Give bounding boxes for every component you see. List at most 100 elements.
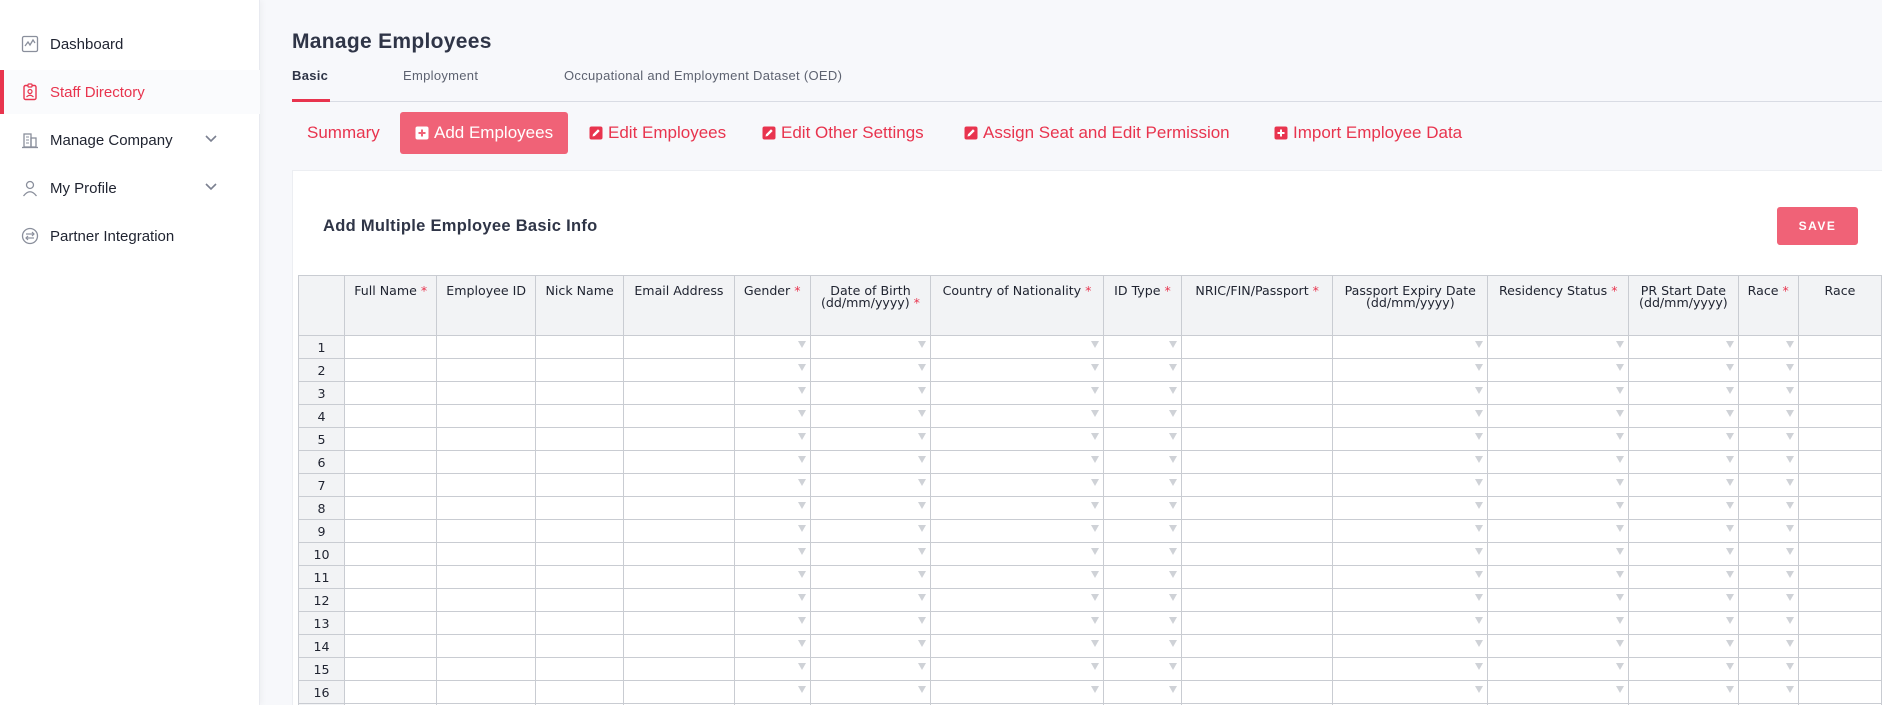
dropdown-arrow-icon[interactable] — [1725, 663, 1734, 670]
table-cell[interactable] — [1102, 519, 1183, 543]
dropdown-arrow-icon[interactable] — [797, 594, 806, 601]
table-cell[interactable] — [534, 473, 625, 497]
table-cell[interactable] — [1332, 657, 1489, 681]
table-cell[interactable] — [436, 519, 536, 543]
dropdown-arrow-icon[interactable] — [1169, 364, 1178, 371]
table-cell[interactable] — [534, 657, 625, 681]
table-cell[interactable] — [436, 657, 536, 681]
column-header[interactable]: Email Address — [623, 275, 735, 336]
dropdown-arrow-icon[interactable] — [1785, 548, 1794, 555]
table-cell[interactable] — [623, 565, 735, 589]
dropdown-arrow-icon[interactable] — [1785, 364, 1794, 371]
dropdown-arrow-icon[interactable] — [1169, 341, 1178, 348]
dropdown-arrow-icon[interactable] — [918, 686, 927, 693]
table-cell[interactable] — [343, 404, 438, 428]
sidebar-item-dashboard[interactable]: Dashboard — [0, 22, 260, 66]
dropdown-arrow-icon[interactable] — [1169, 502, 1178, 509]
table-cell[interactable] — [733, 588, 811, 612]
dropdown-arrow-icon[interactable] — [797, 341, 806, 348]
table-cell[interactable] — [436, 335, 536, 359]
dropdown-arrow-icon[interactable] — [1169, 525, 1178, 532]
dropdown-arrow-icon[interactable] — [797, 548, 806, 555]
table-cell[interactable] — [809, 450, 932, 474]
table-cell[interactable] — [1797, 381, 1882, 405]
table-cell[interactable] — [733, 657, 811, 681]
dropdown-arrow-icon[interactable] — [1785, 594, 1794, 601]
dropdown-arrow-icon[interactable] — [1785, 410, 1794, 417]
table-cell[interactable] — [1332, 358, 1489, 382]
sidebar-item-staff-directory[interactable]: Staff Directory — [0, 70, 260, 114]
dropdown-arrow-icon[interactable] — [918, 571, 927, 578]
table-cell[interactable] — [1628, 427, 1739, 451]
dropdown-arrow-icon[interactable] — [1169, 410, 1178, 417]
dropdown-arrow-icon[interactable] — [797, 387, 806, 394]
add-employees-button[interactable]: Add Employees — [400, 112, 569, 154]
dropdown-arrow-icon[interactable] — [797, 364, 806, 371]
table-cell[interactable] — [1797, 611, 1882, 635]
table-cell[interactable] — [534, 611, 625, 635]
table-cell[interactable] — [1181, 588, 1334, 612]
table-cell[interactable] — [343, 335, 438, 359]
table-cell[interactable] — [343, 450, 438, 474]
table-cell[interactable] — [930, 542, 1104, 566]
table-cell[interactable] — [1797, 358, 1882, 382]
dropdown-arrow-icon[interactable] — [1475, 548, 1484, 555]
dropdown-arrow-icon[interactable] — [1616, 502, 1625, 509]
table-cell[interactable] — [1797, 473, 1882, 497]
table-cell[interactable] — [1797, 427, 1882, 451]
dropdown-arrow-icon[interactable] — [1616, 387, 1625, 394]
table-cell[interactable] — [809, 404, 932, 428]
dropdown-arrow-icon[interactable] — [1725, 594, 1734, 601]
column-header[interactable]: Employee ID — [436, 275, 536, 336]
table-cell[interactable] — [809, 427, 932, 451]
table-cell[interactable] — [733, 542, 811, 566]
table-cell[interactable] — [436, 611, 536, 635]
dropdown-arrow-icon[interactable] — [1475, 663, 1484, 670]
table-cell[interactable] — [1181, 358, 1334, 382]
table-cell[interactable] — [1797, 680, 1882, 704]
table-cell[interactable] — [1628, 404, 1739, 428]
dropdown-arrow-icon[interactable] — [797, 617, 806, 624]
dropdown-arrow-icon[interactable] — [1785, 502, 1794, 509]
table-cell[interactable] — [534, 404, 625, 428]
table-cell[interactable] — [1181, 542, 1334, 566]
dropdown-arrow-icon[interactable] — [797, 663, 806, 670]
table-cell[interactable] — [343, 496, 438, 520]
dropdown-arrow-icon[interactable] — [1725, 548, 1734, 555]
table-cell[interactable] — [1737, 519, 1799, 543]
table-cell[interactable] — [733, 611, 811, 635]
table-cell[interactable] — [1797, 657, 1882, 681]
table-cell[interactable] — [1628, 358, 1739, 382]
dropdown-arrow-icon[interactable] — [797, 502, 806, 509]
table-cell[interactable] — [1487, 565, 1630, 589]
table-cell[interactable] — [809, 565, 932, 589]
table-cell[interactable] — [1487, 381, 1630, 405]
table-cell[interactable] — [623, 680, 735, 704]
table-cell[interactable] — [1102, 358, 1183, 382]
table-cell[interactable] — [1487, 496, 1630, 520]
sidebar-item-my-profile[interactable]: My Profile — [0, 166, 260, 210]
dropdown-arrow-icon[interactable] — [918, 663, 927, 670]
dropdown-arrow-icon[interactable] — [1725, 617, 1734, 624]
dropdown-arrow-icon[interactable] — [1616, 433, 1625, 440]
dropdown-arrow-icon[interactable] — [1785, 387, 1794, 394]
table-cell[interactable] — [1487, 657, 1630, 681]
table-cell[interactable] — [1332, 634, 1489, 658]
dropdown-arrow-icon[interactable] — [1090, 364, 1099, 371]
dropdown-arrow-icon[interactable] — [1785, 525, 1794, 532]
dropdown-arrow-icon[interactable] — [1785, 617, 1794, 624]
table-cell[interactable] — [809, 496, 932, 520]
table-cell[interactable] — [534, 588, 625, 612]
table-cell[interactable] — [1628, 634, 1739, 658]
table-cell[interactable] — [1628, 473, 1739, 497]
sidebar-item-partner-integration[interactable]: Partner Integration — [0, 214, 260, 258]
dropdown-arrow-icon[interactable] — [1785, 571, 1794, 578]
table-cell[interactable] — [930, 404, 1104, 428]
table-cell[interactable] — [1487, 634, 1630, 658]
table-cell[interactable] — [343, 588, 438, 612]
table-cell[interactable] — [733, 404, 811, 428]
table-cell[interactable] — [1737, 565, 1799, 589]
table-cell[interactable] — [930, 358, 1104, 382]
table-cell[interactable] — [809, 657, 932, 681]
column-header[interactable]: ID Type * — [1102, 275, 1183, 336]
